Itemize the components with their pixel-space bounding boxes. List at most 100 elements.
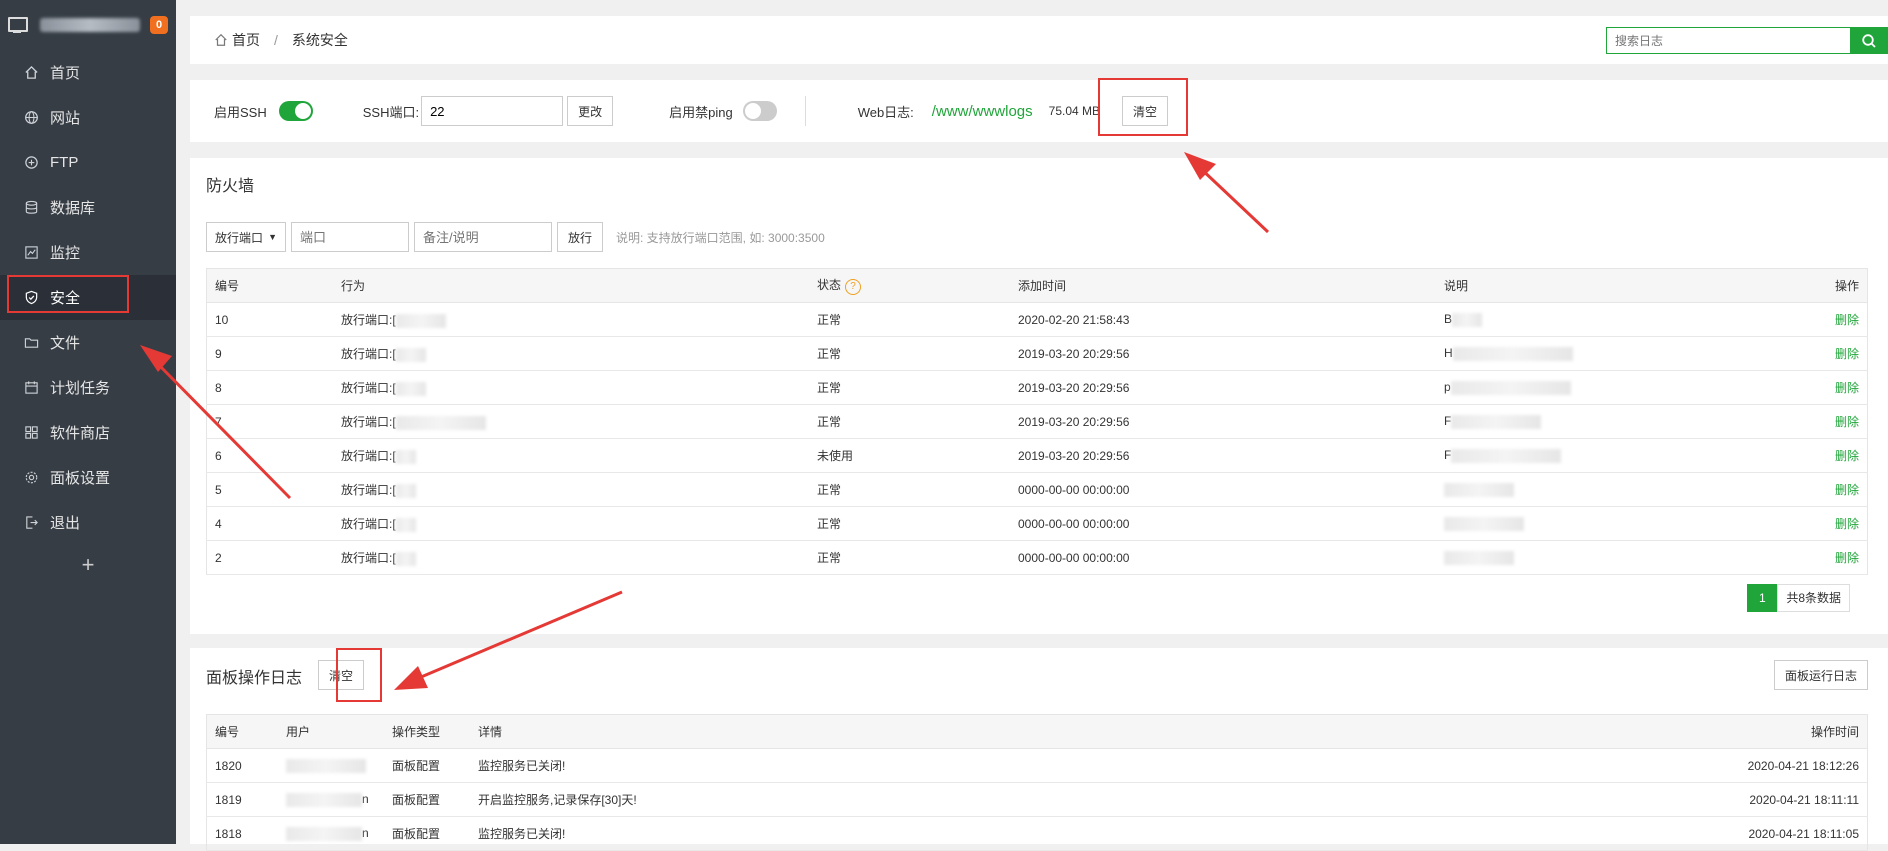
- cell-time: 2019-03-20 20:29:56: [1010, 336, 1436, 371]
- cell-type: 面板配置: [384, 782, 470, 817]
- table-header-row: 编号 行为 状态? 添加时间 说明 操作: [206, 268, 1868, 303]
- table-row: 1818 n 面板配置 监控服务已关闭! 2020-04-21 18:11:05: [206, 816, 1868, 851]
- sidebar-item-label: 监控: [50, 245, 81, 262]
- ssh-port-label: SSH端口:: [362, 104, 420, 120]
- delete-link[interactable]: 删除: [1835, 517, 1859, 531]
- cell-note: p: [1436, 370, 1771, 405]
- cell-action: 放行端口:[: [333, 336, 809, 371]
- delete-link[interactable]: 删除: [1835, 551, 1859, 565]
- sidebar-item-security[interactable]: 安全: [0, 275, 176, 320]
- annotation-highlight-box: [336, 648, 382, 702]
- cell-id: 7: [206, 404, 333, 439]
- cell-id: 1820: [206, 748, 278, 783]
- page-current[interactable]: 1: [1747, 584, 1778, 612]
- sidebar-item-label: 数据库: [50, 200, 96, 217]
- run-log-button[interactable]: 面板运行日志: [1773, 660, 1868, 690]
- cell-note-text: B: [1444, 312, 1453, 327]
- sidebar-item-website[interactable]: 网站: [0, 95, 176, 140]
- panel-logs: 面板操作日志 清空 面板运行日志 编号 用户 操作类型 详情 操作时间 1820…: [190, 648, 1888, 851]
- cell-action-text: 放行端口:[: [341, 313, 396, 327]
- search-input[interactable]: [1606, 27, 1850, 54]
- ssh-toggle-label: 启用SSH: [214, 104, 267, 120]
- col-status-label: 状态: [817, 278, 842, 292]
- cell-note: F: [1436, 404, 1771, 439]
- table-row: 9 放行端口:[正常 2019-03-20 20:29:56 H 删除: [206, 336, 1868, 371]
- cell-op: 删除: [1771, 404, 1868, 439]
- redacted: [1452, 312, 1483, 327]
- delete-link[interactable]: 删除: [1835, 347, 1859, 361]
- redacted: [1444, 516, 1524, 531]
- firewall-panel: 防火墙 放行端口 ▼ 放行 说明: 支持放行端口范围, 如: 3000:3500…: [190, 158, 1888, 634]
- weblog-path-link[interactable]: /www/wwwlogs: [932, 103, 1033, 120]
- sidebar-item-cron[interactable]: 计划任务: [0, 365, 176, 410]
- sidebar-item-store[interactable]: 软件商店: [0, 410, 176, 455]
- sidebar-nav: 首页 网站 FTP 数据库 监控 安全 文件 计划任务 软件商店 面板设置 退出: [0, 50, 176, 545]
- cell-id: 2: [206, 540, 333, 575]
- cell-id: 8: [206, 370, 333, 405]
- sidebar-item-monitor[interactable]: 监控: [0, 230, 176, 275]
- sidebar-item-logout[interactable]: 退出: [0, 500, 176, 545]
- col-note: 说明: [1436, 268, 1771, 303]
- cell-action: 放行端口:[: [333, 506, 809, 541]
- delete-link[interactable]: 删除: [1835, 381, 1859, 395]
- sidebar-item-database[interactable]: 数据库: [0, 185, 176, 230]
- cell-time: 2020-04-21 18:12:26: [1691, 748, 1868, 783]
- cell-op: 删除: [1771, 472, 1868, 507]
- weblog-label: Web日志:: [857, 104, 914, 120]
- help-icon[interactable]: ?: [845, 279, 862, 295]
- search-button[interactable]: [1850, 27, 1888, 54]
- rule-type-select[interactable]: 放行端口 ▼: [206, 222, 286, 252]
- redacted: [395, 347, 426, 362]
- redacted: [286, 758, 366, 773]
- sidebar-item-ftp[interactable]: FTP: [0, 140, 176, 185]
- col-type: 操作类型: [384, 714, 470, 749]
- redacted: [395, 517, 416, 532]
- cell-time: 0000-00-00 00:00:00: [1010, 506, 1436, 541]
- sidebar-item-label: 计划任务: [50, 380, 111, 397]
- delete-link[interactable]: 删除: [1835, 449, 1859, 463]
- cell-user: n: [278, 782, 384, 817]
- redacted: [1444, 550, 1514, 565]
- cell-op: 删除: [1771, 302, 1868, 337]
- delete-link[interactable]: 删除: [1835, 483, 1859, 497]
- cell-op: 删除: [1771, 336, 1868, 371]
- port-input[interactable]: [291, 222, 409, 252]
- sidebar-item-home[interactable]: 首页: [0, 50, 176, 95]
- logs-title: 面板操作日志: [206, 670, 303, 687]
- firewall-hint: 说明: 支持放行端口范围, 如: 3000:3500: [616, 230, 825, 245]
- breadcrumb-home-link[interactable]: 首页: [232, 30, 260, 50]
- change-port-button[interactable]: 更改: [567, 96, 614, 126]
- sidebar-item-files[interactable]: 文件: [0, 320, 176, 365]
- add-shortcut-button[interactable]: +: [0, 545, 176, 585]
- message-badge[interactable]: 0: [150, 16, 168, 34]
- note-input[interactable]: [414, 222, 552, 252]
- divider: [804, 96, 806, 126]
- ping-toggle[interactable]: [742, 101, 777, 121]
- cell-note: [1436, 506, 1771, 541]
- cell-user: n: [278, 816, 384, 851]
- cell-action-text: 放行端口:[: [341, 517, 396, 531]
- ssh-toggle[interactable]: [278, 101, 313, 121]
- sidebar-item-label: 网站: [50, 110, 81, 127]
- delete-link[interactable]: 删除: [1835, 313, 1859, 327]
- redacted: [395, 313, 446, 328]
- cell-id: 4: [206, 506, 333, 541]
- table-row: 8 放行端口:[正常 2019-03-20 20:29:56 p 删除: [206, 370, 1868, 405]
- cell-action: 放行端口:[: [333, 472, 809, 507]
- delete-link[interactable]: 删除: [1835, 415, 1859, 429]
- cell-id: 1818: [206, 816, 278, 851]
- ssh-port-input[interactable]: [421, 96, 564, 126]
- annotation-highlight-box: [7, 275, 129, 313]
- col-user: 用户: [278, 714, 384, 749]
- cell-note: [1436, 472, 1771, 507]
- cell-time: 2020-02-20 21:58:43: [1010, 302, 1436, 337]
- cell-id: 1819: [206, 782, 278, 817]
- server-name-redacted: [40, 18, 140, 32]
- table-row: 10 放行端口:[正常 2020-02-20 21:58:43 B 删除: [206, 302, 1868, 337]
- allow-port-button[interactable]: 放行: [557, 222, 604, 252]
- cell-time: 2020-04-21 18:11:05: [1691, 816, 1868, 851]
- cell-type: 面板配置: [384, 748, 470, 783]
- sidebar-item-settings[interactable]: 面板设置: [0, 455, 176, 500]
- page-total: 共8条数据: [1777, 584, 1850, 612]
- cell-action: 放行端口:[: [333, 302, 809, 337]
